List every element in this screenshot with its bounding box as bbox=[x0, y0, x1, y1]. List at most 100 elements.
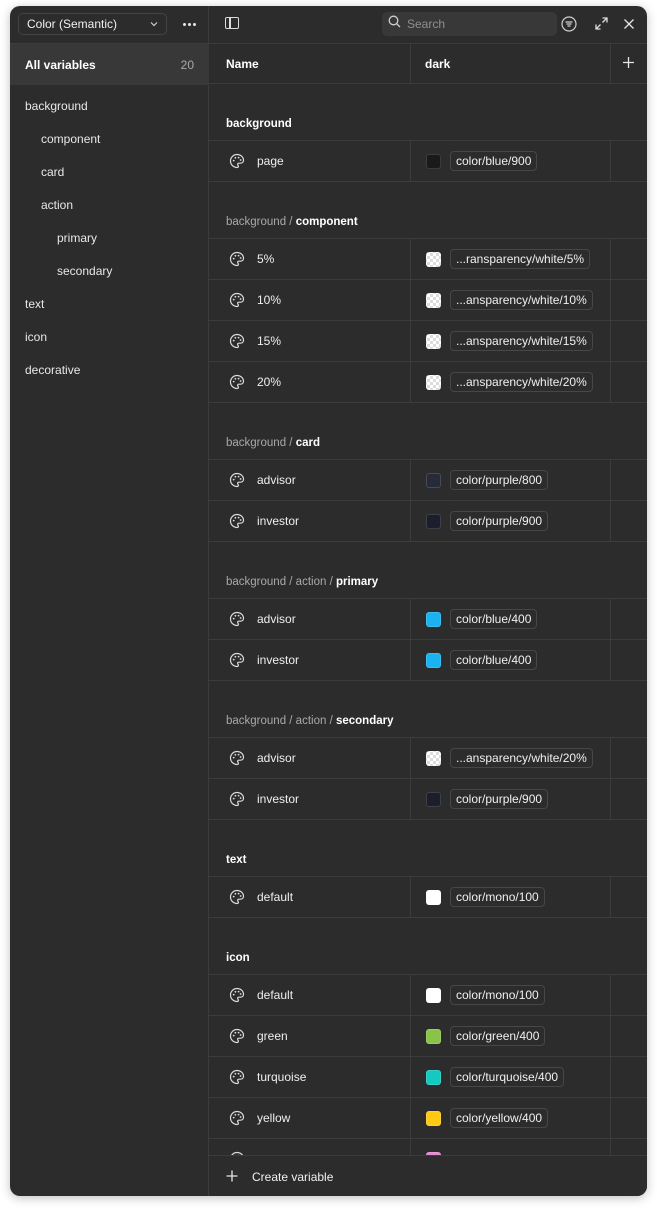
palette-icon bbox=[229, 750, 245, 771]
variable-row[interactable]: investor color/purple/900 bbox=[209, 779, 647, 820]
variable-row[interactable]: 20% ...ansparency/white/20% bbox=[209, 362, 647, 403]
group-path-leaf: secondary bbox=[335, 715, 394, 727]
alias-value[interactable]: color/yellow/400 bbox=[450, 1108, 549, 1128]
alias-value[interactable]: ...ansparency/white/10% bbox=[450, 290, 593, 310]
alias-value[interactable]: color/blue/400 bbox=[450, 650, 538, 670]
close-icon[interactable] bbox=[623, 17, 635, 35]
sidebar-toggle-icon[interactable] bbox=[225, 17, 239, 29]
alias-value[interactable]: color/blue/400 bbox=[450, 609, 538, 629]
color-swatch bbox=[426, 792, 441, 807]
variable-row[interactable]: 15% ...ansparency/white/15% bbox=[209, 321, 647, 362]
alias-value[interactable]: ...ansparency/white/20% bbox=[450, 372, 593, 392]
sidebar-group-item[interactable]: icon bbox=[10, 320, 209, 353]
search-box[interactable] bbox=[382, 12, 557, 36]
variable-name[interactable]: green bbox=[257, 1029, 288, 1043]
color-swatch bbox=[426, 1111, 441, 1126]
variable-row[interactable]: default color/mono/100 bbox=[209, 877, 647, 918]
alias-value[interactable]: ...ansparency/white/20% bbox=[450, 748, 593, 768]
alias-value[interactable]: color/purple/900 bbox=[450, 789, 549, 809]
more-icon[interactable] bbox=[178, 14, 200, 34]
variable-name[interactable]: investor bbox=[257, 653, 299, 667]
collection-select[interactable]: Color (Semantic) bbox=[18, 13, 167, 35]
variable-name[interactable]: yellow bbox=[257, 1111, 290, 1125]
variable-name[interactable]: advisor bbox=[257, 473, 296, 487]
sidebar-group-label: icon bbox=[25, 329, 48, 344]
search-input[interactable] bbox=[405, 16, 529, 32]
palette-icon bbox=[229, 1069, 245, 1090]
variable-name[interactable]: 10% bbox=[257, 293, 281, 307]
create-variable-label: Create variable bbox=[252, 1170, 334, 1184]
palette-icon bbox=[229, 251, 245, 272]
all-variables-item[interactable]: All variables 20 bbox=[10, 43, 209, 85]
variable-name[interactable]: turquoise bbox=[257, 1070, 306, 1084]
column-header-name: Name bbox=[226, 57, 259, 71]
sidebar-group-label: action bbox=[41, 197, 74, 212]
group-path-leaf: primary bbox=[335, 576, 379, 588]
variable-name[interactable]: page bbox=[257, 154, 284, 168]
sidebar-group-item[interactable]: background bbox=[10, 89, 209, 122]
alias-value[interactable]: ...ransparency/white/5% bbox=[450, 249, 591, 269]
sidebar-group-item[interactable]: action bbox=[10, 188, 209, 221]
alias-value[interactable]: color/turquoise/400 bbox=[450, 1067, 565, 1087]
variable-row[interactable]: 10% ...ansparency/white/10% bbox=[209, 280, 647, 321]
column-header-mode[interactable]: dark bbox=[425, 57, 450, 71]
variable-row[interactable]: advisor color/blue/400 bbox=[209, 599, 647, 640]
alias-value[interactable]: color/mono/100 bbox=[450, 887, 545, 907]
plus-icon bbox=[226, 1169, 238, 1187]
alias-value[interactable]: color/green/400 bbox=[450, 1026, 546, 1046]
palette-icon bbox=[229, 611, 245, 632]
palette-icon bbox=[229, 889, 245, 910]
variable-row[interactable]: page color/blue/900 bbox=[209, 141, 647, 182]
alias-value[interactable]: color/blue/900 bbox=[450, 151, 538, 171]
variable-row[interactable]: investor color/purple/900 bbox=[209, 501, 647, 542]
sidebar-group-item[interactable]: component bbox=[10, 122, 209, 155]
variable-name[interactable]: default bbox=[257, 988, 293, 1002]
color-swatch bbox=[426, 1029, 441, 1044]
group-path-leaf: component bbox=[295, 216, 358, 228]
palette-icon bbox=[229, 374, 245, 395]
variable-name[interactable]: default bbox=[257, 890, 293, 904]
variable-row[interactable]: green color/green/400 bbox=[209, 1016, 647, 1057]
variable-row[interactable]: investor color/blue/400 bbox=[209, 640, 647, 681]
sidebar-group-item[interactable]: primary bbox=[10, 221, 209, 254]
variable-row[interactable]: advisor color/purple/800 bbox=[209, 460, 647, 501]
plus-icon[interactable] bbox=[622, 56, 635, 72]
variable-row[interactable]: 5% ...ransparency/white/5% bbox=[209, 239, 647, 280]
alias-value[interactable]: ...ansparency/white/15% bbox=[450, 331, 593, 351]
create-variable-button[interactable]: Create variable bbox=[209, 1155, 647, 1196]
variable-name[interactable]: advisor bbox=[257, 751, 296, 765]
group-path-prefix: background / bbox=[226, 216, 296, 228]
sidebar-group-item[interactable]: secondary bbox=[10, 254, 209, 287]
filter-icon[interactable] bbox=[561, 16, 577, 37]
alias-value[interactable]: color/purple/900 bbox=[450, 511, 549, 531]
sidebar-group-item[interactable]: card bbox=[10, 155, 209, 188]
group-path-leaf: icon bbox=[226, 952, 250, 964]
color-swatch bbox=[426, 473, 441, 488]
variable-name[interactable]: 5% bbox=[257, 252, 274, 266]
variable-name[interactable]: investor bbox=[257, 514, 299, 528]
variable-row[interactable]: yellow color/yellow/400 bbox=[209, 1098, 647, 1139]
color-swatch bbox=[426, 988, 441, 1003]
variable-name[interactable]: 20% bbox=[257, 375, 281, 389]
variables-panel: Color (Semantic) All variables 20 backgr… bbox=[10, 6, 647, 1196]
variable-name[interactable]: advisor bbox=[257, 612, 296, 626]
group-section-header: background bbox=[209, 84, 647, 141]
variable-name[interactable]: 15% bbox=[257, 334, 281, 348]
alias-value[interactable]: color/purple/800 bbox=[450, 470, 549, 490]
palette-icon bbox=[229, 1110, 245, 1131]
sidebar-group-label: card bbox=[41, 164, 65, 179]
variable-row[interactable]: advisor ...ansparency/white/20% bbox=[209, 738, 647, 779]
variable-row[interactable]: turquoise color/turquoise/400 bbox=[209, 1057, 647, 1098]
sidebar-group-item[interactable]: text bbox=[10, 287, 209, 320]
color-swatch bbox=[426, 653, 441, 668]
alias-value[interactable]: color/mono/100 bbox=[450, 985, 545, 1005]
variable-row[interactable] bbox=[209, 1139, 647, 1155]
expand-icon[interactable] bbox=[595, 17, 608, 35]
sidebar-group-item[interactable]: decorative bbox=[10, 353, 209, 386]
group-section-header: icon bbox=[209, 918, 647, 975]
sidebar-group-label: text bbox=[25, 296, 45, 311]
group-section-header: background / component bbox=[209, 182, 647, 239]
variable-row[interactable]: default color/mono/100 bbox=[209, 975, 647, 1016]
palette-icon bbox=[229, 513, 245, 534]
variable-name[interactable]: investor bbox=[257, 792, 299, 806]
